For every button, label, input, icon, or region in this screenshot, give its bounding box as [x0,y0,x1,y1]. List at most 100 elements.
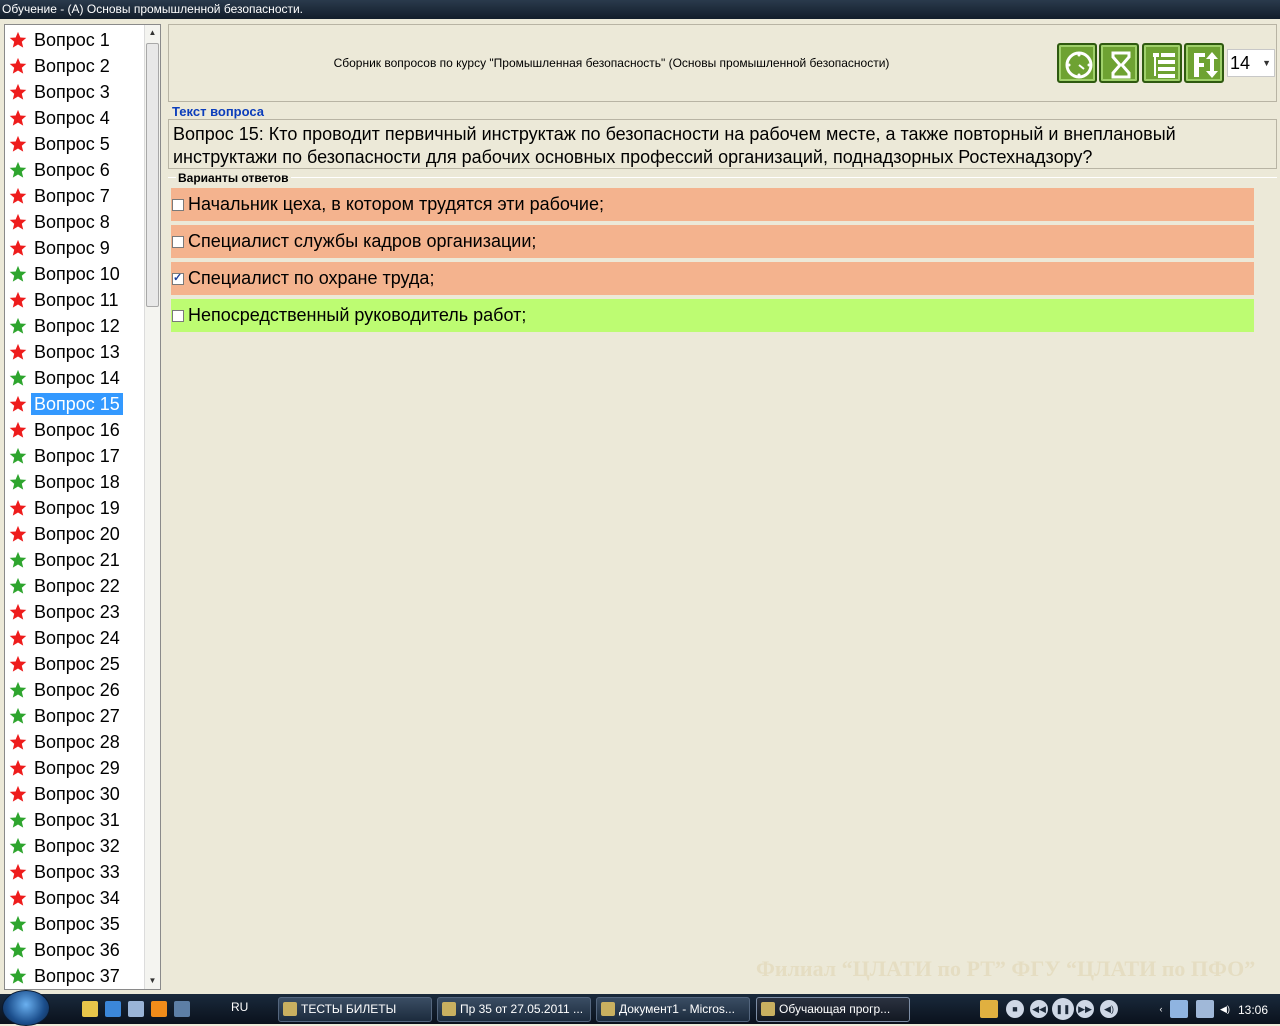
scroll-down-arrow-icon[interactable]: ▼ [145,973,160,989]
question-list-item[interactable]: Вопрос 26 [9,679,123,701]
question-list-item[interactable]: Вопрос 7 [9,185,113,207]
question-list-item[interactable]: Вопрос 31 [9,809,123,831]
speaker-icon[interactable]: ◀) [1216,1000,1234,1018]
list-icon [1153,53,1175,78]
previous-icon[interactable]: ◀◀ [1030,1000,1048,1018]
taskbar-task[interactable]: Обучающая прогр... [756,997,910,1022]
question-list-item[interactable]: Вопрос 30 [9,783,123,805]
question-list-item[interactable]: Вопрос 1 [9,29,113,51]
browser-icon[interactable] [105,1001,121,1017]
font-size-select[interactable]: 14 ▼ [1227,49,1275,77]
question-list-item[interactable]: Вопрос 9 [9,237,113,259]
question-list-item-label: Вопрос 12 [34,316,120,336]
player-icon[interactable] [980,1000,998,1018]
question-list-item[interactable]: Вопрос 2 [9,55,113,77]
font-size-icon [1194,52,1218,78]
answer-option[interactable]: Начальник цеха, в котором трудятся эти р… [171,188,1254,221]
question-list-item-label: Вопрос 23 [34,602,120,622]
answer-option[interactable]: Непосредственный руководитель работ; [171,299,1254,332]
question-list-item-label: Вопрос 5 [34,134,110,154]
question-list-item[interactable]: Вопрос 10 [9,263,123,285]
question-list-item-label: Вопрос 28 [34,732,120,752]
star-icon [9,421,27,438]
question-list-item[interactable]: Вопрос 28 [9,731,123,753]
hourglass-icon [1111,51,1131,79]
answer-option[interactable]: Специалист по охране труда; [171,262,1254,295]
question-list-item-label: Вопрос 20 [34,524,120,544]
question-list-item[interactable]: Вопрос 15 [9,393,123,415]
question-list-button[interactable] [1142,43,1182,83]
question-list-item[interactable]: Вопрос 27 [9,705,123,727]
star-icon [9,239,27,256]
question-list-item-label: Вопрос 4 [34,108,110,128]
network-icon[interactable] [1170,1000,1188,1018]
question-list-item[interactable]: Вопрос 6 [9,159,113,181]
question-list-item[interactable]: Вопрос 5 [9,133,113,155]
answer-checkbox[interactable] [172,198,184,211]
question-list-item-label: Вопрос 11 [34,290,119,310]
question-list-item[interactable]: Вопрос 18 [9,471,123,493]
desktop-icon[interactable] [174,1001,190,1017]
scroll-thumb[interactable] [146,43,159,307]
question-list-item[interactable]: Вопрос 17 [9,445,123,467]
question-list-item[interactable]: Вопрос 4 [9,107,113,129]
question-list-item[interactable]: Вопрос 14 [9,367,123,389]
taskbar-task[interactable]: ТЕСТЫ БИЛЕТЫ [278,997,432,1022]
volume-icon[interactable]: ◀) [1100,1000,1118,1018]
question-list-item[interactable]: Вопрос 24 [9,627,123,649]
taskbar-task[interactable]: Документ1 - Micros... [596,997,750,1022]
question-list-item[interactable]: Вопрос 29 [9,757,123,779]
question-list-item[interactable]: Вопрос 32 [9,835,123,857]
question-list-item[interactable]: Вопрос 22 [9,575,123,597]
question-list-item[interactable]: Вопрос 34 [9,887,123,909]
timer-button[interactable] [1057,43,1097,83]
question-list-item[interactable]: Вопрос 19 [9,497,123,519]
scroll-up-arrow-icon[interactable]: ▲ [145,25,160,41]
question-list-item[interactable]: Вопрос 13 [9,341,123,363]
question-list[interactable]: ▲ ▼ Вопрос 1 Вопрос 2 Вопрос 3 Вопрос 4 Вопр… [4,24,161,990]
question-list-item-label: Вопрос 22 [34,576,120,596]
question-list-item[interactable]: Вопрос 35 [9,913,123,935]
question-list-item[interactable]: Вопрос 11 [9,289,121,311]
next-icon[interactable]: ▶▶ [1076,1000,1094,1018]
answer-option[interactable]: Специалист службы кадров организации; [171,225,1254,258]
course-header: Сборник вопросов по курсу "Промышленная … [168,24,1277,102]
language-indicator[interactable]: RU [231,1000,248,1014]
start-button[interactable] [2,990,50,1026]
question-list-item[interactable]: Вопрос 16 [9,419,123,441]
pause-icon[interactable]: ❚❚ [1052,998,1074,1020]
question-list-item-label: Вопрос 34 [34,888,120,908]
taskbar-task[interactable]: Пр 35 от 27.05.2011 ... [437,997,591,1022]
star-icon [9,655,27,672]
question-list-item[interactable]: Вопрос 36 [9,939,123,961]
question-list-item[interactable]: Вопрос 33 [9,861,123,883]
taskbar-task-label: ТЕСТЫ БИЛЕТЫ [301,1002,397,1016]
question-list-item[interactable]: Вопрос 12 [9,315,123,337]
question-list-item[interactable]: Вопрос 21 [9,549,123,571]
star-icon [9,603,27,620]
question-list-item-label: Вопрос 32 [34,836,120,856]
clock[interactable]: 13:06 [1238,1003,1268,1017]
explorer-icon[interactable] [128,1001,144,1017]
answer-checkbox[interactable] [172,235,184,248]
stop-icon[interactable]: ■ [1006,1000,1024,1018]
question-list-item[interactable]: Вопрос 23 [9,601,123,623]
monitor-icon[interactable] [1196,1000,1214,1018]
answer-checkbox[interactable] [172,271,184,285]
media-icon[interactable] [151,1001,167,1017]
question-list-item-label: Вопрос 6 [34,160,110,180]
chevron-down-icon[interactable]: ▼ [1262,50,1271,76]
star-icon [9,941,27,958]
question-list-item[interactable]: Вопрос 25 [9,653,123,675]
answer-checkbox[interactable] [172,309,184,322]
question-list-item[interactable]: Вопрос 20 [9,523,123,545]
question-list-item[interactable]: Вопрос 3 [9,81,113,103]
font-size-button[interactable] [1184,43,1224,83]
question-list-item[interactable]: Вопрос 37 [9,965,123,987]
chevron-left-icon[interactable]: ‹ [1152,1000,1170,1018]
quicklaunch-icon[interactable] [82,1001,98,1017]
question-list-scrollbar[interactable]: ▲ ▼ [144,25,160,989]
question-list-item[interactable]: Вопрос 8 [9,211,113,233]
time-limit-button[interactable] [1099,43,1139,83]
question-list-item-label: Вопрос 14 [34,368,120,388]
